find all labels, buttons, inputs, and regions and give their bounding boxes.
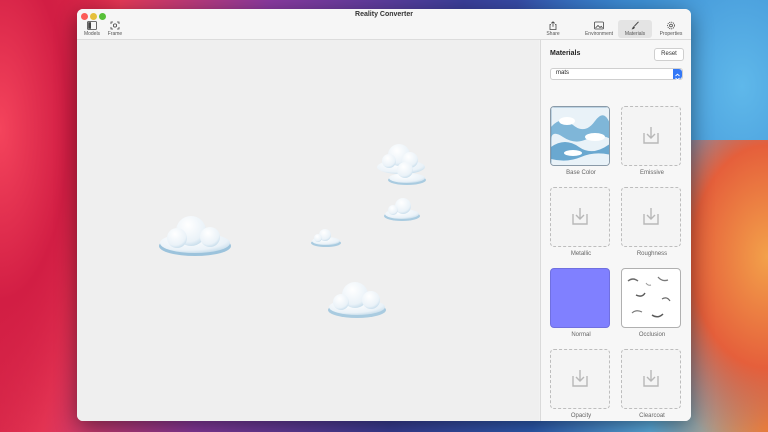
slot-roughness[interactable]: Roughness (621, 187, 683, 257)
slot-label: Opacity (570, 413, 592, 419)
slot-clearcoat[interactable]: Clearcoat (621, 349, 683, 419)
occlusion-texture (621, 268, 681, 328)
base-color-texture (550, 106, 610, 166)
slot-normal[interactable]: Normal (550, 268, 612, 338)
empty-slot (550, 349, 610, 409)
environment-button[interactable]: Environment (583, 21, 615, 37)
gear-icon (667, 21, 675, 30)
share-label: Share (546, 31, 560, 37)
frame-icon (110, 21, 120, 30)
frame-label: Frame (107, 31, 123, 37)
cloud-model[interactable] (328, 282, 386, 318)
share-icon (549, 21, 557, 30)
materials-panel: Materials Reset mats Base Color Emissive… (540, 40, 691, 421)
properties-button[interactable]: Properties (655, 21, 687, 37)
reset-button[interactable]: Reset (654, 48, 684, 61)
cloud-model[interactable] (384, 198, 420, 221)
empty-slot (621, 187, 681, 247)
slot-label: Base Color (566, 170, 596, 176)
environment-label: Environment (584, 31, 614, 37)
app-window: Reality Converter Models Frame Share Env… (77, 9, 691, 421)
properties-label: Properties (659, 31, 683, 37)
cloud-model[interactable] (311, 229, 341, 247)
image-icon (594, 21, 604, 30)
paintbrush-icon (631, 21, 639, 30)
material-select[interactable]: mats (550, 68, 683, 81)
download-tray-icon (572, 370, 588, 387)
download-tray-icon (643, 208, 659, 225)
slot-emissive[interactable]: Emissive (621, 106, 683, 176)
slot-label: Normal (571, 332, 591, 338)
slot-label: Clearcoat (639, 413, 665, 419)
slot-metallic[interactable]: Metallic (550, 187, 612, 257)
window-title: Reality Converter (355, 11, 413, 18)
empty-slot (550, 187, 610, 247)
empty-slot (621, 106, 681, 166)
slot-label: Roughness (636, 251, 668, 257)
slot-label: Occlusion (638, 332, 666, 338)
cloud-models (159, 144, 426, 318)
material-select-value: mats (556, 70, 570, 76)
panel-title: Materials (550, 50, 581, 57)
materials-label: Materials (624, 31, 646, 37)
select-arrows-icon (673, 69, 682, 81)
model-viewport[interactable] (77, 40, 539, 421)
frame-button[interactable]: Frame (100, 21, 130, 37)
slot-opacity[interactable]: Opacity (550, 349, 612, 419)
normal-map-texture (550, 268, 610, 328)
slot-base-color[interactable]: Base Color (550, 106, 612, 176)
cloud-model[interactable] (159, 216, 231, 256)
title-bar: Reality Converter Models Frame Share Env… (77, 9, 691, 40)
cloud-model[interactable] (377, 144, 426, 185)
empty-slot (621, 349, 681, 409)
slot-label: Emissive (639, 170, 664, 176)
download-tray-icon (643, 370, 659, 387)
materials-button[interactable]: Materials (618, 20, 652, 38)
slot-occlusion[interactable]: Occlusion (621, 268, 683, 338)
download-tray-icon (643, 127, 659, 144)
sidebar-icon (87, 21, 97, 30)
slot-label: Metallic (570, 251, 592, 257)
share-button[interactable]: Share (538, 21, 568, 37)
download-tray-icon (572, 208, 588, 225)
